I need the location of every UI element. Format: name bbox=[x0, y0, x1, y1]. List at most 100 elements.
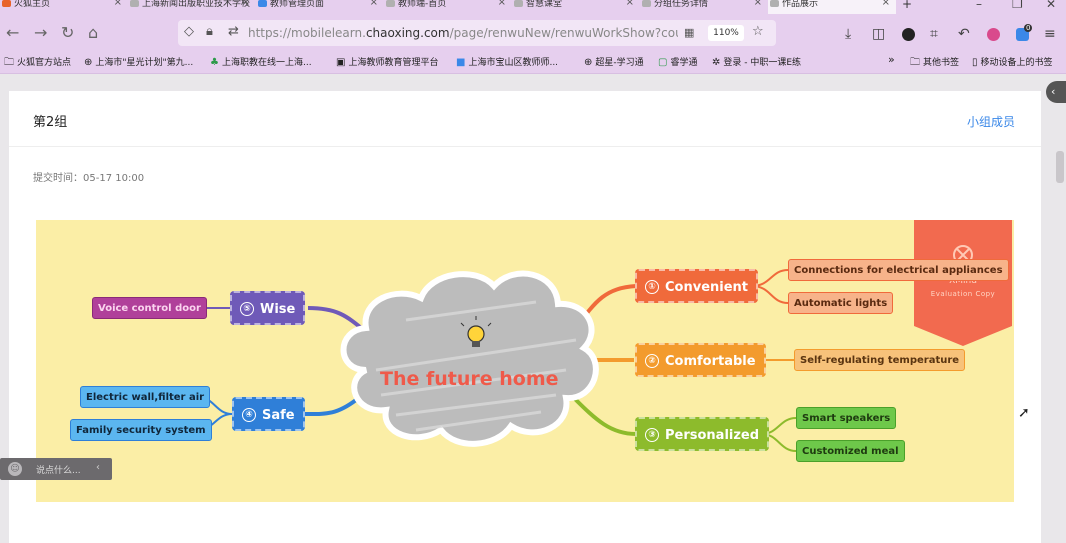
menu-icon[interactable]: ≡ bbox=[1044, 26, 1056, 42]
branch-comfortable: ② Comfortable bbox=[635, 343, 766, 377]
comment-bar[interactable]: ☺ 说点什么... ‹ bbox=[0, 458, 112, 480]
bookmark-item[interactable]: ♣ 上海职教在线一上海... bbox=[210, 55, 312, 68]
extension-icon[interactable] bbox=[902, 28, 915, 41]
home-icon[interactable]: ⌂ bbox=[88, 23, 98, 42]
topic-customized-meal: Customized meal bbox=[796, 440, 905, 462]
tab-teacher-home[interactable]: 教师端-首页 × bbox=[384, 0, 512, 14]
mindmap-image: XMind Evaluation Copy The future home ①C… bbox=[36, 220, 1014, 502]
collapse-icon[interactable]: ‹ bbox=[96, 462, 100, 473]
close-icon[interactable]: × bbox=[626, 0, 634, 8]
close-icon[interactable]: × bbox=[498, 0, 506, 8]
permissions-icon[interactable]: ⇄ bbox=[228, 24, 239, 39]
minimize-icon[interactable]: – bbox=[976, 0, 982, 11]
scrollbar[interactable] bbox=[1056, 151, 1064, 183]
phone-icon: ▯ bbox=[972, 57, 978, 68]
branch-safe: ④ Safe bbox=[232, 397, 305, 431]
page-icon bbox=[514, 0, 523, 7]
bookmark-item[interactable]: ⊕ 超星-学习通 bbox=[584, 55, 644, 68]
new-tab-button[interactable]: + bbox=[896, 0, 936, 14]
bookmark-item[interactable]: ■ 上海市宝山区教师师... bbox=[456, 55, 558, 68]
close-icon[interactable]: × bbox=[370, 0, 378, 8]
folder-icon: 🗀︎ bbox=[910, 57, 920, 68]
topic-electric-wall: Electric wall,filter air bbox=[80, 386, 211, 408]
firefox-icon bbox=[2, 0, 11, 7]
tab-bar: 火狐主页 × 上海新闻出版职业技术学校 × 教师管理页面 × 教师端-首页 × 智慧课堂… bbox=[0, 0, 1066, 14]
branch-convenient: ① Convenient bbox=[635, 269, 759, 303]
page-icon bbox=[130, 0, 139, 7]
topic-automatic-lights: Automatic lights bbox=[788, 292, 894, 314]
crop-icon[interactable]: ⌗ bbox=[930, 26, 938, 42]
side-panel-toggle[interactable]: ‹ bbox=[1046, 81, 1066, 103]
image-icon: ▣ bbox=[336, 57, 346, 68]
globe-icon: ⊕ bbox=[84, 57, 93, 68]
topic-temperature: Self-regulating temperature bbox=[794, 349, 966, 371]
shield-icon: ■ bbox=[456, 57, 466, 68]
bookmark-item[interactable]: 🗀︎ 火狐官方站点 bbox=[4, 55, 71, 72]
center-topic: The future home bbox=[380, 368, 559, 390]
page-icon bbox=[642, 0, 651, 7]
lock-icon[interactable]: 🔒︎ bbox=[206, 24, 213, 39]
extension-badge: 0 bbox=[1024, 24, 1033, 32]
number-badge: ④ bbox=[242, 407, 256, 422]
url-text[interactable]: https://mobilelearn.chaoxing.com/page/re… bbox=[248, 26, 678, 40]
tab-firefox-home[interactable]: 火狐主页 × bbox=[0, 0, 128, 14]
close-icon[interactable]: × bbox=[882, 0, 890, 8]
watermark-text: Evaluation Copy bbox=[930, 290, 996, 298]
emoji-icon[interactable]: ☺ bbox=[8, 462, 22, 476]
other-bookmarks[interactable]: 🗀︎ 其他书签 bbox=[910, 55, 959, 72]
page-icon bbox=[770, 0, 779, 7]
bookmark-item[interactable]: ✲ 登录 - 中职一课E练 bbox=[712, 55, 801, 68]
branch-personalized: ③ Personalized bbox=[635, 417, 770, 451]
mobile-bookmarks[interactable]: ▯ 移动设备上的书签 bbox=[972, 55, 1053, 68]
book-icon: ▢ bbox=[658, 57, 668, 68]
close-icon[interactable]: × bbox=[242, 0, 250, 8]
gear-icon: ✲ bbox=[712, 57, 721, 68]
bookmark-item[interactable]: ▢ 睿学通 bbox=[658, 55, 697, 68]
group-title: 第2组 bbox=[33, 115, 68, 130]
bookmark-item[interactable]: ▣ 上海教师教育管理平台 bbox=[336, 55, 438, 68]
topic-smart-speakers: Smart speakers bbox=[796, 407, 897, 429]
bookmark-star-icon[interactable]: ☆ bbox=[752, 24, 764, 39]
zoom-level[interactable]: 110% bbox=[708, 25, 744, 41]
restore-icon[interactable]: ❐ bbox=[1012, 0, 1023, 11]
page-icon bbox=[258, 0, 267, 7]
topic-connections: Connections for electrical appliances bbox=[788, 259, 1009, 281]
close-icon[interactable]: × bbox=[114, 0, 122, 8]
more-bookmarks-icon[interactable]: » bbox=[888, 53, 895, 66]
forward-icon[interactable]: → bbox=[34, 23, 47, 42]
folder-icon: 🗀︎ bbox=[4, 57, 14, 68]
tab-smart-class[interactable]: 智慧课堂 × bbox=[512, 0, 640, 14]
divider bbox=[9, 146, 1041, 147]
tab-group-task[interactable]: 分组任务详情 × bbox=[640, 0, 768, 14]
page-icon bbox=[386, 0, 395, 7]
extension-icon[interactable] bbox=[987, 28, 1000, 41]
tab-shanghai-school[interactable]: 上海新闻出版职业技术学校 × bbox=[128, 0, 256, 14]
number-badge: ② bbox=[645, 353, 659, 368]
qr-code-icon[interactable]: ▦ bbox=[684, 26, 694, 39]
url-bar[interactable]: ◇ 🔒︎ ⇄ https://mobilelearn.chaoxing.com/… bbox=[178, 20, 776, 46]
back-icon[interactable]: ← bbox=[6, 23, 19, 42]
close-icon[interactable]: × bbox=[754, 0, 762, 8]
branch-wise: ⑤ Wise bbox=[230, 291, 306, 325]
topic-family-security: Family security system bbox=[70, 419, 212, 441]
shield-icon[interactable]: ◇ bbox=[184, 24, 194, 39]
group-members-link[interactable]: 小组成员 bbox=[967, 113, 1015, 130]
comment-input[interactable]: 说点什么... bbox=[36, 463, 81, 476]
bookmark-item[interactable]: ⊕ 上海市"星光计划"第九... bbox=[84, 55, 193, 68]
submit-time: 提交时间：05-17 10:00 bbox=[33, 173, 145, 184]
number-badge: ③ bbox=[645, 427, 659, 442]
tab-works-display[interactable]: 作品展示 × bbox=[768, 0, 896, 14]
download-icon[interactable]: ⤓ bbox=[845, 26, 851, 42]
number-badge: ① bbox=[645, 279, 659, 294]
center-cloud bbox=[340, 270, 599, 447]
work-card: 第2组 小组成员 提交时间：05-17 10:00 Evaluation Cop… bbox=[9, 91, 1041, 543]
topic-voice-door: Voice control door bbox=[92, 297, 207, 319]
tab-teacher-admin[interactable]: 教师管理页面 × bbox=[256, 0, 384, 14]
close-window-icon[interactable]: ✕ bbox=[1046, 0, 1056, 11]
number-badge: ⑤ bbox=[240, 301, 254, 316]
undo-icon[interactable]: ↶ bbox=[958, 26, 970, 42]
sidebar-icon[interactable]: ◫ bbox=[872, 26, 885, 42]
reload-icon[interactable]: ↻ bbox=[61, 23, 74, 42]
navigation-toolbar: ← → ↻ ⌂ ◇ 🔒︎ ⇄ https://mobilelearn.chaox… bbox=[0, 14, 1066, 50]
leaf-icon: ♣ bbox=[210, 57, 219, 68]
